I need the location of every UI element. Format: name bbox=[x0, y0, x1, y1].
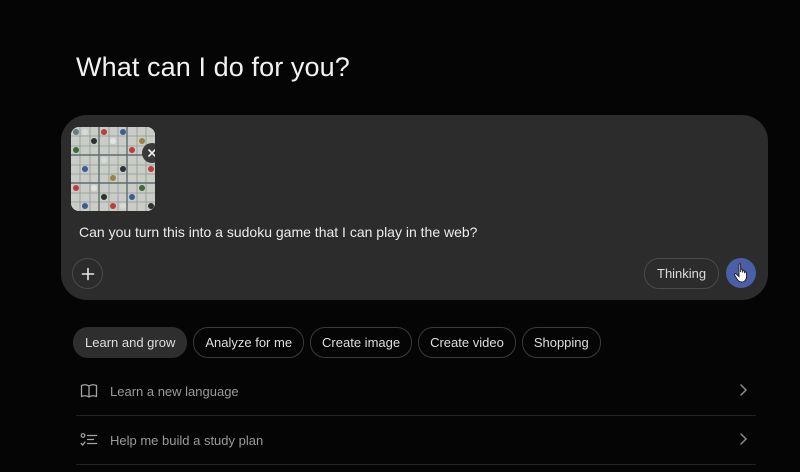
thinking-mode-button[interactable]: Thinking bbox=[644, 258, 720, 289]
checklist-icon bbox=[78, 429, 100, 451]
chip-create-video[interactable]: Create video bbox=[418, 327, 516, 358]
send-icon bbox=[734, 263, 747, 283]
chip-analyze-for-me[interactable]: Analyze for me bbox=[193, 327, 305, 358]
suggestion-label: Learn a new language bbox=[110, 383, 239, 399]
prompt-input[interactable]: Can you turn this into a sudoku game tha… bbox=[79, 224, 477, 240]
prompt-composer: Can you turn this into a sudoku game tha… bbox=[61, 115, 768, 300]
add-attachment-button[interactable] bbox=[72, 258, 103, 289]
attachment-thumbnail[interactable] bbox=[71, 127, 155, 211]
plus-icon bbox=[81, 267, 94, 280]
suggestion-label: Help me build a study plan bbox=[110, 432, 264, 448]
page: What can I do for you? Can you turn this… bbox=[0, 0, 800, 472]
chevron-right-icon bbox=[740, 433, 748, 445]
send-button[interactable] bbox=[726, 258, 756, 288]
category-chips: Learn and grow Analyze for me Create ima… bbox=[73, 327, 601, 358]
book-icon bbox=[78, 380, 100, 402]
suggestion-learn-language[interactable]: Learn a new language bbox=[76, 367, 756, 416]
sudoku-board-image bbox=[71, 127, 155, 211]
remove-attachment-button[interactable] bbox=[142, 143, 155, 163]
suggestion-study-plan[interactable]: Help me build a study plan bbox=[76, 416, 756, 465]
chip-learn-and-grow[interactable]: Learn and grow bbox=[73, 327, 188, 358]
close-icon bbox=[148, 149, 155, 157]
suggestion-list: Learn a new language Help me build a stu… bbox=[76, 367, 756, 465]
chip-create-image[interactable]: Create image bbox=[310, 327, 413, 358]
chevron-right-icon bbox=[740, 384, 748, 396]
chip-shopping[interactable]: Shopping bbox=[521, 327, 601, 358]
page-title: What can I do for you? bbox=[76, 52, 350, 82]
